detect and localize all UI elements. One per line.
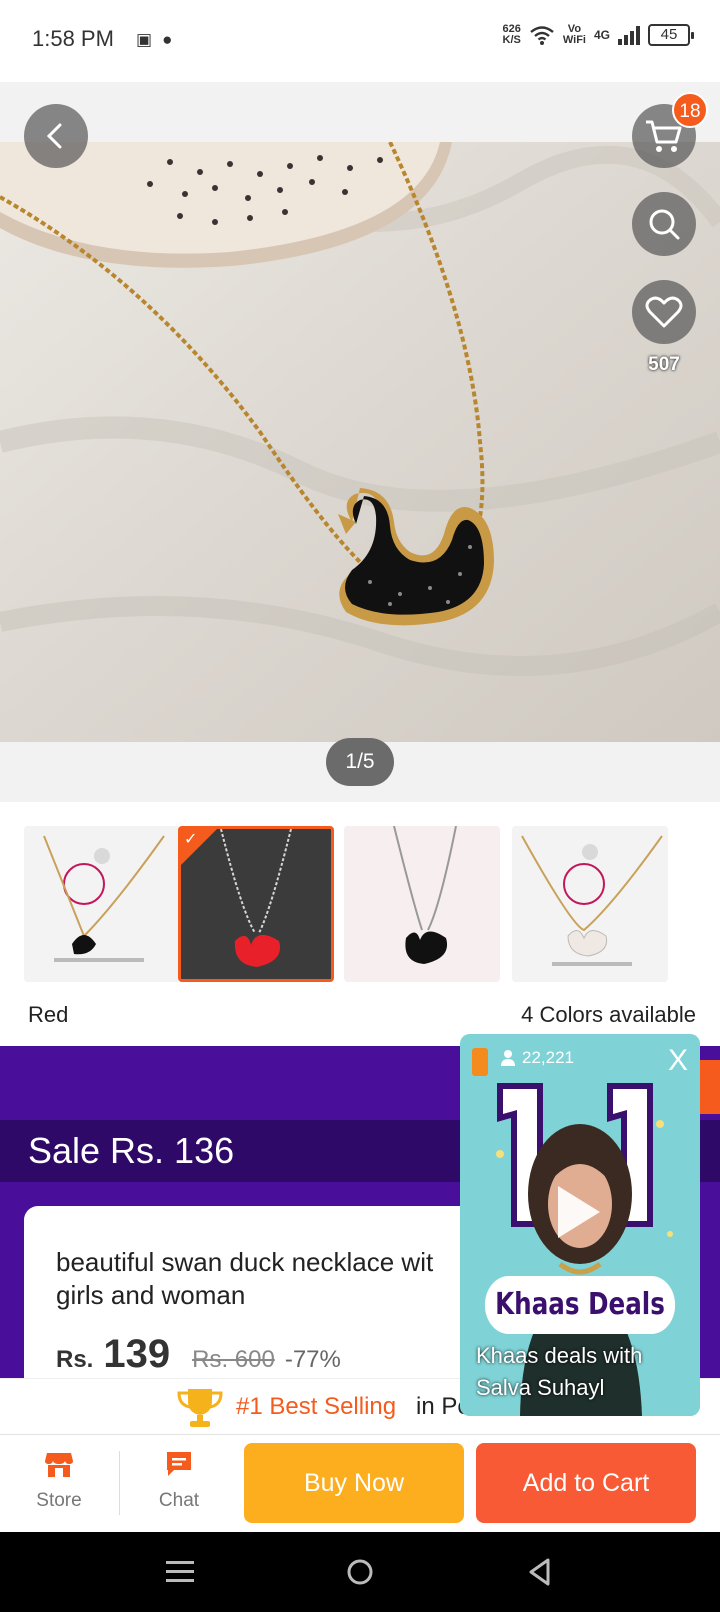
signal-icon xyxy=(618,25,640,45)
wifi-label: WiFi xyxy=(562,34,586,46)
thumbnail-image xyxy=(512,826,668,982)
person-icon xyxy=(501,1050,515,1066)
live-indicator xyxy=(472,1048,488,1076)
system-nav-bar xyxy=(0,1532,720,1612)
video-caption: Khaas deals with Salva Suhayl xyxy=(476,1343,643,1400)
store-button[interactable]: Store xyxy=(14,1449,104,1512)
buy-now-button[interactable]: Buy Now xyxy=(244,1443,464,1523)
store-icon xyxy=(45,1453,73,1477)
trophy-icon xyxy=(177,1389,223,1427)
product-photo[interactable] xyxy=(0,142,720,742)
thumbnail-image xyxy=(24,826,180,982)
close-video-button[interactable]: X xyxy=(668,1044,688,1078)
cart-count-badge: 18 xyxy=(672,92,708,128)
home-button[interactable] xyxy=(340,1552,380,1592)
colors-available-link[interactable]: 4 Colors available xyxy=(521,1002,696,1028)
search-icon xyxy=(649,209,680,240)
chat-icon xyxy=(167,1452,191,1476)
menu-icon xyxy=(166,1561,194,1582)
chat-label: Chat xyxy=(158,1490,200,1511)
color-option-white-ab[interactable] xyxy=(512,826,668,982)
chevron-left-icon xyxy=(46,123,62,149)
thumbnail-image xyxy=(344,826,500,982)
search-button[interactable] xyxy=(632,192,696,256)
selected-color-label: Red xyxy=(28,1002,69,1027)
vowifi-indicator: Vo WiFi xyxy=(563,24,586,46)
speed-unit: K/S xyxy=(502,34,521,46)
price-value: 139 xyxy=(103,1332,171,1376)
battery-icon: 45 xyxy=(648,24,694,46)
add-to-cart-button[interactable]: Add to Cart xyxy=(476,1443,696,1523)
notification-icons: ▣ ● xyxy=(136,30,172,50)
best-selling-label: #1 Best Selling xyxy=(236,1393,397,1420)
chat-bubble-icon: ● xyxy=(162,30,173,49)
network-speed: 626 K/S xyxy=(503,24,521,46)
viewer-count-value: 22,221 xyxy=(522,1048,574,1067)
recents-button[interactable] xyxy=(160,1552,200,1592)
price-currency: Rs. xyxy=(56,1346,94,1373)
original-price: Rs. 600 xyxy=(192,1346,275,1373)
necklace-image xyxy=(0,142,720,742)
viewer-count: 22,221 xyxy=(500,1048,574,1068)
favorites-count: 507 xyxy=(648,354,680,375)
floating-video-player[interactable]: 22,221 X Khaas Deals Khaas deals with Sa… xyxy=(460,1034,700,1416)
status-indicators: 626 K/S Vo WiFi 4G 45 xyxy=(503,24,694,46)
wifi-icon xyxy=(530,26,554,45)
status-bar: 1:58 PM ▣ ● 626 K/S Vo WiFi 4G 45 xyxy=(0,0,720,82)
selected-check-icon: ✓ xyxy=(181,829,217,865)
triangle-back-icon xyxy=(529,1558,550,1586)
favorite-button[interactable] xyxy=(632,280,696,344)
discount-percent: -77% xyxy=(284,1346,341,1373)
khaas-deals-logo: Khaas Deals xyxy=(484,1276,676,1334)
network-type: 4G xyxy=(593,28,610,42)
home-circle-icon xyxy=(347,1559,373,1585)
store-label: Store xyxy=(36,1490,82,1511)
action-divider xyxy=(119,1451,120,1515)
game-controller-icon: ▣ xyxy=(136,30,153,49)
status-time: 1:58 PM xyxy=(32,26,114,51)
price-row: Rs. 139 Rs. 600 -77% xyxy=(56,1332,341,1377)
color-option-black[interactable] xyxy=(344,826,500,982)
chat-button[interactable]: Chat xyxy=(134,1449,224,1512)
battery-level: 45 xyxy=(660,26,678,43)
bottom-action-bar: Store Chat Buy Now Add to Cart xyxy=(0,1434,720,1532)
sale-price-label: Sale Rs. 136 xyxy=(28,1130,235,1171)
page-indicator: 1/5 xyxy=(326,738,394,786)
color-option-black-ab[interactable] xyxy=(24,826,180,982)
heart-icon xyxy=(645,296,683,328)
color-option-red[interactable]: ✓ xyxy=(178,826,334,982)
back-nav-button[interactable] xyxy=(520,1552,560,1592)
back-button[interactable] xyxy=(24,104,88,168)
color-selector: ✓ Red 4 Colors available xyxy=(0,802,720,1046)
product-gallery[interactable]: 18 507 1/5 xyxy=(0,82,720,802)
